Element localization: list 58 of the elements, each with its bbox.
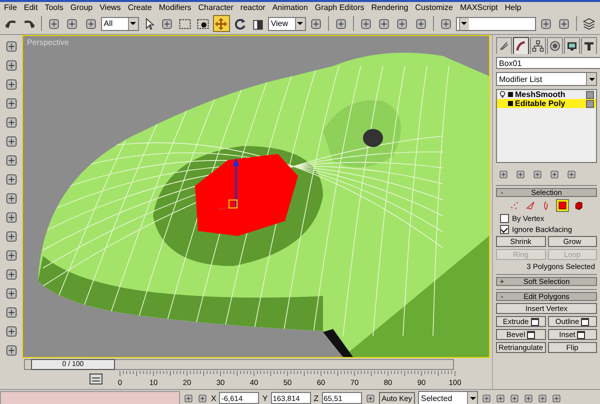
axis-label: Y — [262, 394, 268, 402]
menu-item[interactable]: File — [4, 3, 17, 12]
menu-item[interactable]: Rendering — [371, 3, 408, 12]
display-tab[interactable] — [564, 37, 580, 54]
create-tab[interactable] — [496, 37, 512, 54]
rotate-icon — [232, 16, 247, 30]
vertex-icon — [509, 200, 520, 211]
track-bar-icon[interactable] — [90, 374, 102, 384]
menu-item[interactable]: Graph Editors — [314, 3, 364, 12]
menu-item[interactable]: Create — [128, 3, 152, 12]
edge-icon — [525, 200, 536, 211]
menu-item[interactable]: Help — [504, 3, 522, 12]
menu-item[interactable]: Views — [100, 3, 121, 12]
crossing-icon — [196, 16, 210, 30]
utilities-icon — [583, 40, 595, 52]
edge-level-button[interactable] — [524, 199, 537, 212]
menu-item[interactable]: Character — [198, 3, 234, 12]
key-filter-dropdown[interactable]: Selected — [418, 391, 478, 404]
hierarchy-tab[interactable] — [530, 37, 546, 54]
utilities-tab[interactable] — [581, 37, 597, 54]
menu-item[interactable]: Edit — [24, 3, 38, 12]
toolbar-dropdown[interactable] — [456, 16, 536, 30]
element-icon — [573, 200, 584, 211]
bulb-icon[interactable] — [499, 91, 506, 98]
modifier-list-dropdown[interactable]: Modifier List — [496, 72, 597, 86]
viewport-label: Perspective — [27, 38, 69, 47]
move-icon — [214, 16, 228, 30]
axis-label: Z — [314, 394, 319, 402]
checkbox[interactable] — [500, 225, 509, 234]
polygon-icon — [557, 200, 568, 211]
stack-item[interactable]: Editable Poly — [497, 99, 596, 108]
menu-item[interactable]: Customize — [415, 3, 453, 12]
axis-label: X — [211, 394, 216, 402]
modify-tab[interactable] — [513, 37, 529, 54]
hierarchy-icon — [532, 40, 544, 52]
create-icon — [498, 40, 510, 52]
object-name-field[interactable]: Box01 — [496, 57, 600, 69]
checkbox[interactable] — [500, 214, 509, 223]
move-tool-button[interactable] — [213, 15, 230, 32]
toolbar-dropdown[interactable]: All — [100, 16, 139, 30]
menu-item[interactable]: reactor — [240, 3, 266, 12]
menu-item[interactable]: MAXScript — [460, 3, 498, 12]
menu-item[interactable]: Group — [70, 3, 93, 12]
motion-tab[interactable] — [547, 37, 563, 54]
layers-icon — [582, 16, 596, 30]
display-icon — [566, 40, 578, 52]
region-icon — [178, 16, 192, 30]
menu-item[interactable]: Animation — [272, 3, 308, 12]
transform-gizmo-icon[interactable] — [218, 158, 239, 210]
time-ruler[interactable] — [120, 371, 456, 376]
create-icon[interactable] — [4, 39, 18, 54]
polygon-level-button[interactable] — [556, 199, 569, 212]
modify-icon — [515, 40, 527, 52]
motion-icon — [549, 40, 561, 52]
menu-item[interactable]: Tools — [44, 3, 64, 12]
menu-item[interactable]: Modifiers — [158, 3, 192, 12]
toolbar-dropdown[interactable]: View — [268, 16, 306, 30]
stack-item[interactable]: MeshSmooth — [497, 90, 596, 99]
